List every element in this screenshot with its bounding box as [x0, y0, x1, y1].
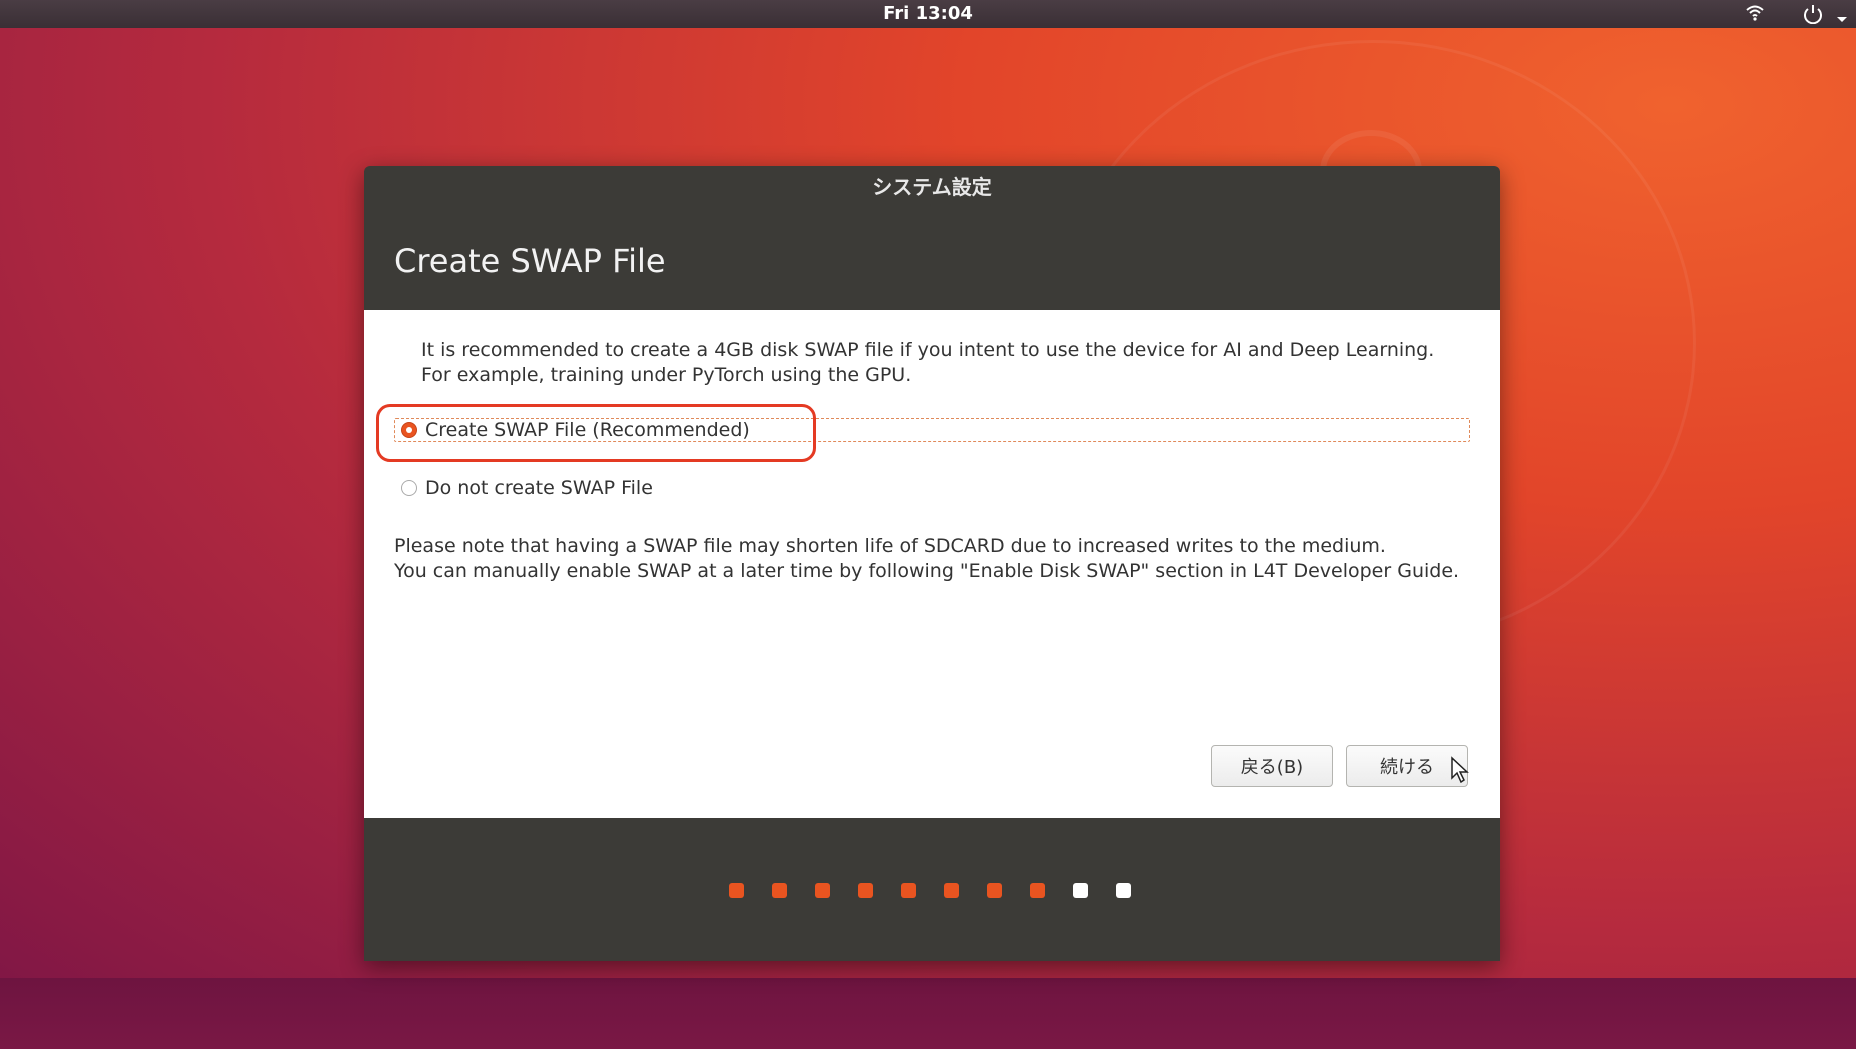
progress-dot-complete: [944, 883, 959, 898]
dialog-body: It is recommended to create a 4GB disk S…: [364, 310, 1500, 818]
progress-dot-complete: [729, 883, 744, 898]
page-title: Create SWAP File: [394, 242, 666, 280]
mouse-cursor-icon: [1451, 756, 1469, 784]
progress-dots: [729, 883, 1131, 898]
top-bar: Fri 13:04: [0, 0, 1856, 28]
progress-dot-complete: [987, 883, 1002, 898]
intro-line-1: It is recommended to create a 4GB disk S…: [421, 339, 1435, 361]
wifi-icon[interactable]: [1745, 4, 1765, 27]
progress-dot-complete: [901, 883, 916, 898]
setup-dialog: システム設定 Create SWAP File It is recommende…: [364, 166, 1500, 961]
note-text: Please note that having a SWAP file may …: [394, 534, 1459, 584]
desktop-bottom-band: [0, 978, 1856, 1049]
note-line-2: You can manually enable SWAP at a later …: [394, 560, 1460, 582]
no-swap-label[interactable]: Do not create SWAP File: [425, 477, 653, 499]
radio-unselected-icon[interactable]: [401, 480, 417, 496]
dialog-footer: [364, 818, 1500, 961]
progress-dot-complete: [815, 883, 830, 898]
progress-dot-pending: [1073, 883, 1088, 898]
back-button[interactable]: 戻る(B): [1211, 745, 1333, 787]
power-icon[interactable]: [1802, 4, 1824, 29]
intro-text: It is recommended to create a 4GB disk S…: [421, 338, 1434, 388]
note-line-1: Please note that having a SWAP file may …: [394, 535, 1386, 557]
annotation-highlight: [376, 404, 816, 462]
progress-dot-pending: [1116, 883, 1131, 898]
dialog-header: Create SWAP File: [364, 208, 1500, 310]
chevron-down-icon[interactable]: [1836, 8, 1848, 29]
clock[interactable]: Fri 13:04: [0, 3, 1856, 24]
no-swap-option[interactable]: Do not create SWAP File: [394, 476, 653, 500]
progress-dot-complete: [772, 883, 787, 898]
window-title: システム設定: [364, 166, 1500, 208]
progress-dot-complete: [858, 883, 873, 898]
intro-line-2: For example, training under PyTorch usin…: [421, 364, 912, 386]
progress-dot-complete: [1030, 883, 1045, 898]
